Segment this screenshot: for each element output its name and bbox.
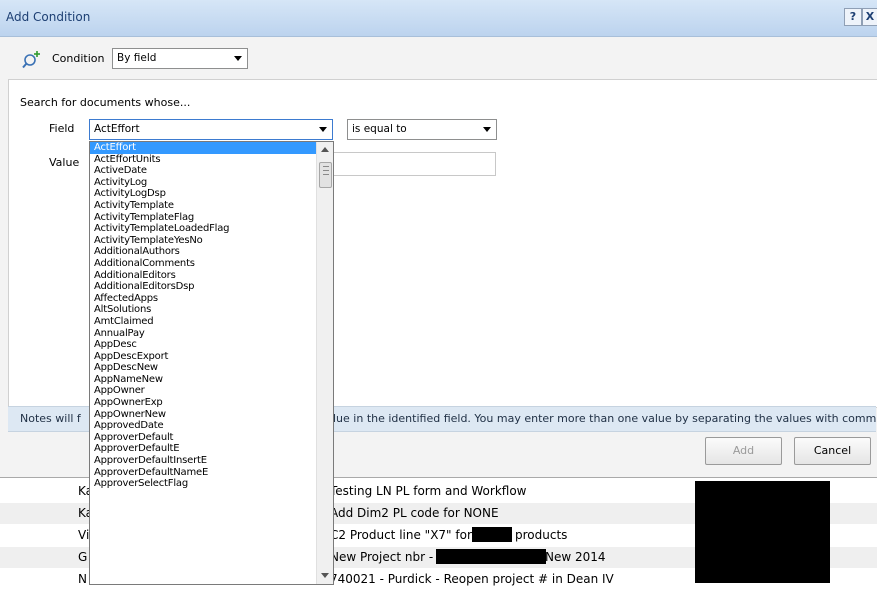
search-label: Search for documents whose... [20,96,191,109]
notes-text-start: Notes will f [20,412,81,425]
dropdown-option[interactable]: ApproverSelectFlag [90,478,333,490]
dropdown-option[interactable]: ActEffortUnits [90,154,333,166]
row-subject-end: products [515,528,568,542]
dropdown-option[interactable]: ActivityLog [90,177,333,189]
chevron-down-icon [319,127,327,132]
chevron-down-icon [483,127,491,132]
dropdown-option[interactable]: ApproverDefaultE [90,443,333,455]
row-subject-start: C2 Product line "X7" for [330,528,472,542]
field-select[interactable]: ActEffort [89,119,333,140]
dropdown-option[interactable]: AppOwnerExp [90,397,333,409]
dropdown-option[interactable]: AppOwner [90,385,333,397]
row-subject: Add Dim2 PL code for NONE [330,506,499,520]
redaction [472,527,512,542]
dropdown-option[interactable]: AdditionalEditorsDsp [90,281,333,293]
dropdown-option[interactable]: AppDescExport [90,351,333,363]
dropdown-option[interactable]: AdditionalAuthors [90,246,333,258]
condition-select[interactable]: By field [112,48,248,69]
dropdown-option[interactable]: ActEffort [90,142,333,154]
row-subject-start: New Project nbr - [330,550,434,564]
condition-label: Condition [52,52,105,65]
dropdown-option[interactable]: ActivityTemplateYesNo [90,235,333,247]
dropdown-option[interactable]: ApproverDefaultNameE [90,467,333,479]
row-author: N [78,572,87,586]
operator-value: is equal to [352,123,407,135]
dropdown-option[interactable]: ActivityLogDsp [90,188,333,200]
chevron-down-icon [234,56,242,61]
title-bar: Add Condition ? X [0,0,877,37]
add-button[interactable]: Add [705,437,782,465]
dropdown-option[interactable]: AmtClaimed [90,316,333,328]
scrollbar-thumb[interactable] [319,162,332,188]
redaction-block [695,481,830,583]
dropdown-option[interactable]: AppDescNew [90,362,333,374]
dropdown-option[interactable]: ApproverDefaultInsertE [90,455,333,467]
row-subject: 740021 - Purdick - Reopen project # in D… [330,572,614,586]
notes-text: lue in the identified field. You may ent… [333,412,877,425]
condition-value: By field [117,52,157,64]
search-add-icon [22,51,40,69]
redaction [436,549,546,564]
dropdown-option[interactable]: AffectedApps [90,293,333,305]
scrollbar[interactable] [316,142,333,584]
operator-select[interactable]: is equal to [347,119,497,140]
field-dropdown-list[interactable]: ActEffort ActEffortUnits ActiveDate Activit… [89,141,334,585]
dropdown-option[interactable]: AdditionalComments [90,258,333,270]
field-label: Field [49,122,75,135]
row-subject: Testing LN PL form and Workflow [330,484,527,498]
row-author: G [78,550,88,564]
dropdown-option[interactable]: ActivityTemplateFlag [90,212,333,224]
help-button[interactable]: ? [844,8,862,26]
dropdown-items: ActEffort ActEffortUnits ActiveDate Activit… [90,142,333,490]
dropdown-option[interactable]: ActivityTemplate [90,200,333,212]
dropdown-option[interactable]: AdditionalEditors [90,270,333,282]
dialog-title: Add Condition [6,10,91,24]
dropdown-option[interactable]: AppOwnerNew [90,409,333,421]
close-button[interactable]: X [862,8,877,26]
row-subject-end: New 2014 [545,550,606,564]
dropdown-option[interactable]: AppNameNew [90,374,333,386]
cancel-button[interactable]: Cancel [794,437,871,465]
dropdown-option[interactable]: ApprovedDate [90,420,333,432]
value-label: Value [49,156,80,169]
scroll-up-icon[interactable] [321,147,329,152]
field-value: ActEffort [94,123,140,135]
dropdown-option[interactable]: AnnualPay [90,328,333,340]
dropdown-option[interactable]: ActiveDate [90,165,333,177]
scroll-down-icon[interactable] [321,573,329,578]
dropdown-option[interactable]: AltSolutions [90,304,333,316]
dropdown-option[interactable]: ActivityTemplateLoadedFlag [90,223,333,235]
row-author: Vi [78,528,90,542]
dropdown-option[interactable]: AppDesc [90,339,333,351]
dropdown-option[interactable]: ApproverDefault [90,432,333,444]
value-input[interactable] [330,152,496,176]
